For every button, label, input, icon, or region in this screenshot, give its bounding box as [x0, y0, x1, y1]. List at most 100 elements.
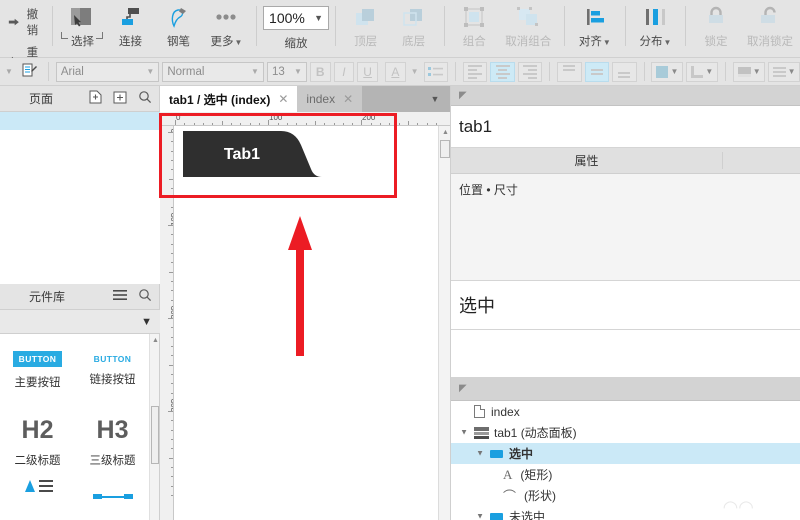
distribute-icon: [642, 4, 668, 30]
scroll-up-icon[interactable]: ▲: [442, 129, 449, 136]
zoom-control[interactable]: 100% ▼ 缩放: [263, 0, 329, 51]
toolbar-button-unlock[interactable]: 取消锁定: [740, 0, 800, 54]
outline-tree[interactable]: ▲ index ▲ tab1 (动态面板) ▲ 选中: [451, 401, 800, 520]
toolbar-button-group[interactable]: 组合: [450, 0, 498, 54]
widget-label: 主要按钮: [15, 374, 61, 390]
bold-button[interactable]: B: [310, 62, 331, 82]
format-divider-2: [455, 62, 456, 81]
twisty-icon[interactable]: ▲: [475, 512, 484, 520]
toolbar-label-more-text: 更多: [210, 36, 233, 48]
canvas-tab-overflow-button[interactable]: ▼: [420, 86, 450, 112]
toolbar-button-send-to-back[interactable]: 底层: [390, 0, 438, 54]
add-page-icon[interactable]: [89, 90, 102, 107]
tab-shape-label: Tab1: [183, 131, 301, 179]
widget-item-horizontal-line[interactable]: [75, 478, 150, 518]
properties-panel-bar[interactable]: ◤: [451, 86, 800, 106]
toolbar-button-connect[interactable]: 连接: [106, 0, 154, 54]
valign-middle-button[interactable]: [585, 62, 609, 82]
outline-panel-bar[interactable]: ◤: [451, 377, 800, 401]
chevron-down-icon: ▼: [234, 38, 242, 47]
pages-list-item-selected[interactable]: [0, 112, 160, 130]
toolbar-button-bring-to-front[interactable]: 顶层: [342, 0, 390, 54]
twisty-icon[interactable]: ▲: [459, 428, 468, 437]
tree-node-rectangle-1[interactable]: A (矩形): [451, 464, 800, 485]
align-right-button[interactable]: [518, 62, 542, 82]
scrollbar-thumb[interactable]: [151, 406, 159, 464]
italic-button[interactable]: I: [334, 62, 355, 82]
toolbar-button-pen[interactable]: 钢笔: [154, 0, 202, 54]
widget-library-select[interactable]: ▼: [0, 310, 160, 334]
canvas-tab-label: index: [306, 92, 335, 106]
toolbar-label-connect: 连接: [119, 33, 142, 49]
toolbar-group-order: 顶层 底层: [342, 0, 438, 58]
widget-item-heading-3[interactable]: H3 三级标题: [75, 406, 150, 478]
twisty-icon[interactable]: ▲: [475, 449, 484, 458]
zoom-input[interactable]: 100% ▼: [263, 6, 329, 30]
properties-object-name[interactable]: tab1: [451, 106, 800, 148]
underline-button[interactable]: U: [357, 62, 378, 82]
style-brush-icon[interactable]: [19, 63, 41, 81]
toolbar-button-ungroup[interactable]: 取消组合: [498, 0, 558, 54]
close-icon[interactable]: ✕: [278, 92, 288, 106]
search-icon[interactable]: [138, 90, 152, 107]
font-color-button[interactable]: A: [385, 62, 406, 82]
chevron-down-icon: ▼: [753, 67, 761, 76]
line-style-button[interactable]: ▼: [768, 62, 800, 82]
bullet-list-button[interactable]: [424, 62, 448, 82]
tree-node-selected-state[interactable]: ▲ 选中: [451, 443, 800, 464]
border-swatch-icon: [691, 66, 703, 78]
widget-item-text-paragraph[interactable]: [0, 478, 75, 518]
scrollbar-thumb[interactable]: [440, 140, 450, 158]
align-center-button[interactable]: [490, 62, 514, 82]
undo-button[interactable]: 撤销: [8, 6, 46, 38]
toolbar-button-distribute[interactable]: 分布▼: [631, 0, 679, 54]
canvas-tab-index[interactable]: index ✕: [297, 86, 362, 112]
properties-section-position-size[interactable]: 位置 • 尺寸: [451, 174, 800, 204]
toolbar-button-more[interactable]: 更多▼: [202, 0, 250, 54]
menu-icon[interactable]: [113, 289, 127, 304]
interactions-title[interactable]: 选中: [451, 281, 800, 329]
line-color-button[interactable]: ▼: [686, 62, 718, 82]
widget-scrollbar[interactable]: ▲: [149, 334, 159, 520]
properties-column-label: 属性: [451, 152, 723, 169]
widget-item-heading-2[interactable]: H2 二级标题: [0, 406, 75, 478]
toolbar-button-align[interactable]: 对齐▼: [571, 0, 619, 54]
widget-label: 链接按钮: [90, 371, 136, 387]
search-icon[interactable]: [138, 288, 152, 305]
bring-front-icon: [353, 4, 379, 30]
font-style-select[interactable]: Normal ▼: [162, 62, 264, 82]
ruler-h-mark: 200: [362, 113, 375, 122]
widget-library-title: 元件库: [29, 288, 65, 305]
tab-shape-widget[interactable]: Tab1: [183, 131, 338, 179]
chevron-down-icon[interactable]: ▼: [314, 13, 323, 23]
valign-top-button[interactable]: [557, 62, 581, 82]
close-icon[interactable]: ✕: [343, 92, 353, 106]
scroll-up-icon[interactable]: ▲: [152, 337, 159, 344]
add-folder-icon[interactable]: [113, 90, 127, 107]
pages-list[interactable]: [0, 112, 160, 284]
bold-label: B: [316, 65, 325, 79]
canvas-tab-tab1-selected[interactable]: tab1 / 选中 (index) ✕: [160, 86, 297, 112]
fill-color-button[interactable]: ▼: [651, 62, 683, 82]
toolbar-button-select[interactable]: 选择: [58, 0, 106, 54]
chevron-down-icon: ▼: [670, 67, 678, 76]
valign-bottom-button[interactable]: [612, 62, 636, 82]
collapse-arrow-icon[interactable]: ◤: [459, 90, 467, 101]
watermark-icon: ◠◠: [723, 497, 754, 518]
tree-node-tab1[interactable]: ▲ tab1 (动态面板): [451, 422, 800, 443]
toolbar-label-distribute: 分布▼: [639, 33, 671, 49]
font-size-select[interactable]: 13 ▼: [267, 62, 307, 82]
chevron-down-icon[interactable]: ▼: [2, 67, 16, 76]
widget-item-link-button[interactable]: BUTTON 链接按钮: [75, 334, 150, 406]
widget-item-primary-button[interactable]: BUTTON 主要按钮: [0, 334, 75, 406]
tree-node-index[interactable]: ▲ index: [451, 401, 800, 422]
toolbar-label-align: 对齐▼: [579, 33, 611, 49]
toolbar-button-lock[interactable]: 锁定: [692, 0, 740, 54]
font-family-select[interactable]: Arial ▼: [56, 62, 159, 82]
align-left-button[interactable]: [463, 62, 487, 82]
canvas-vertical-scrollbar[interactable]: ▲: [438, 126, 450, 520]
shadow-button[interactable]: ▼: [733, 62, 765, 82]
chevron-down-icon[interactable]: ▼: [409, 67, 421, 76]
collapse-arrow-icon[interactable]: ◤: [459, 383, 467, 394]
chevron-down-icon: ▼: [603, 38, 611, 47]
